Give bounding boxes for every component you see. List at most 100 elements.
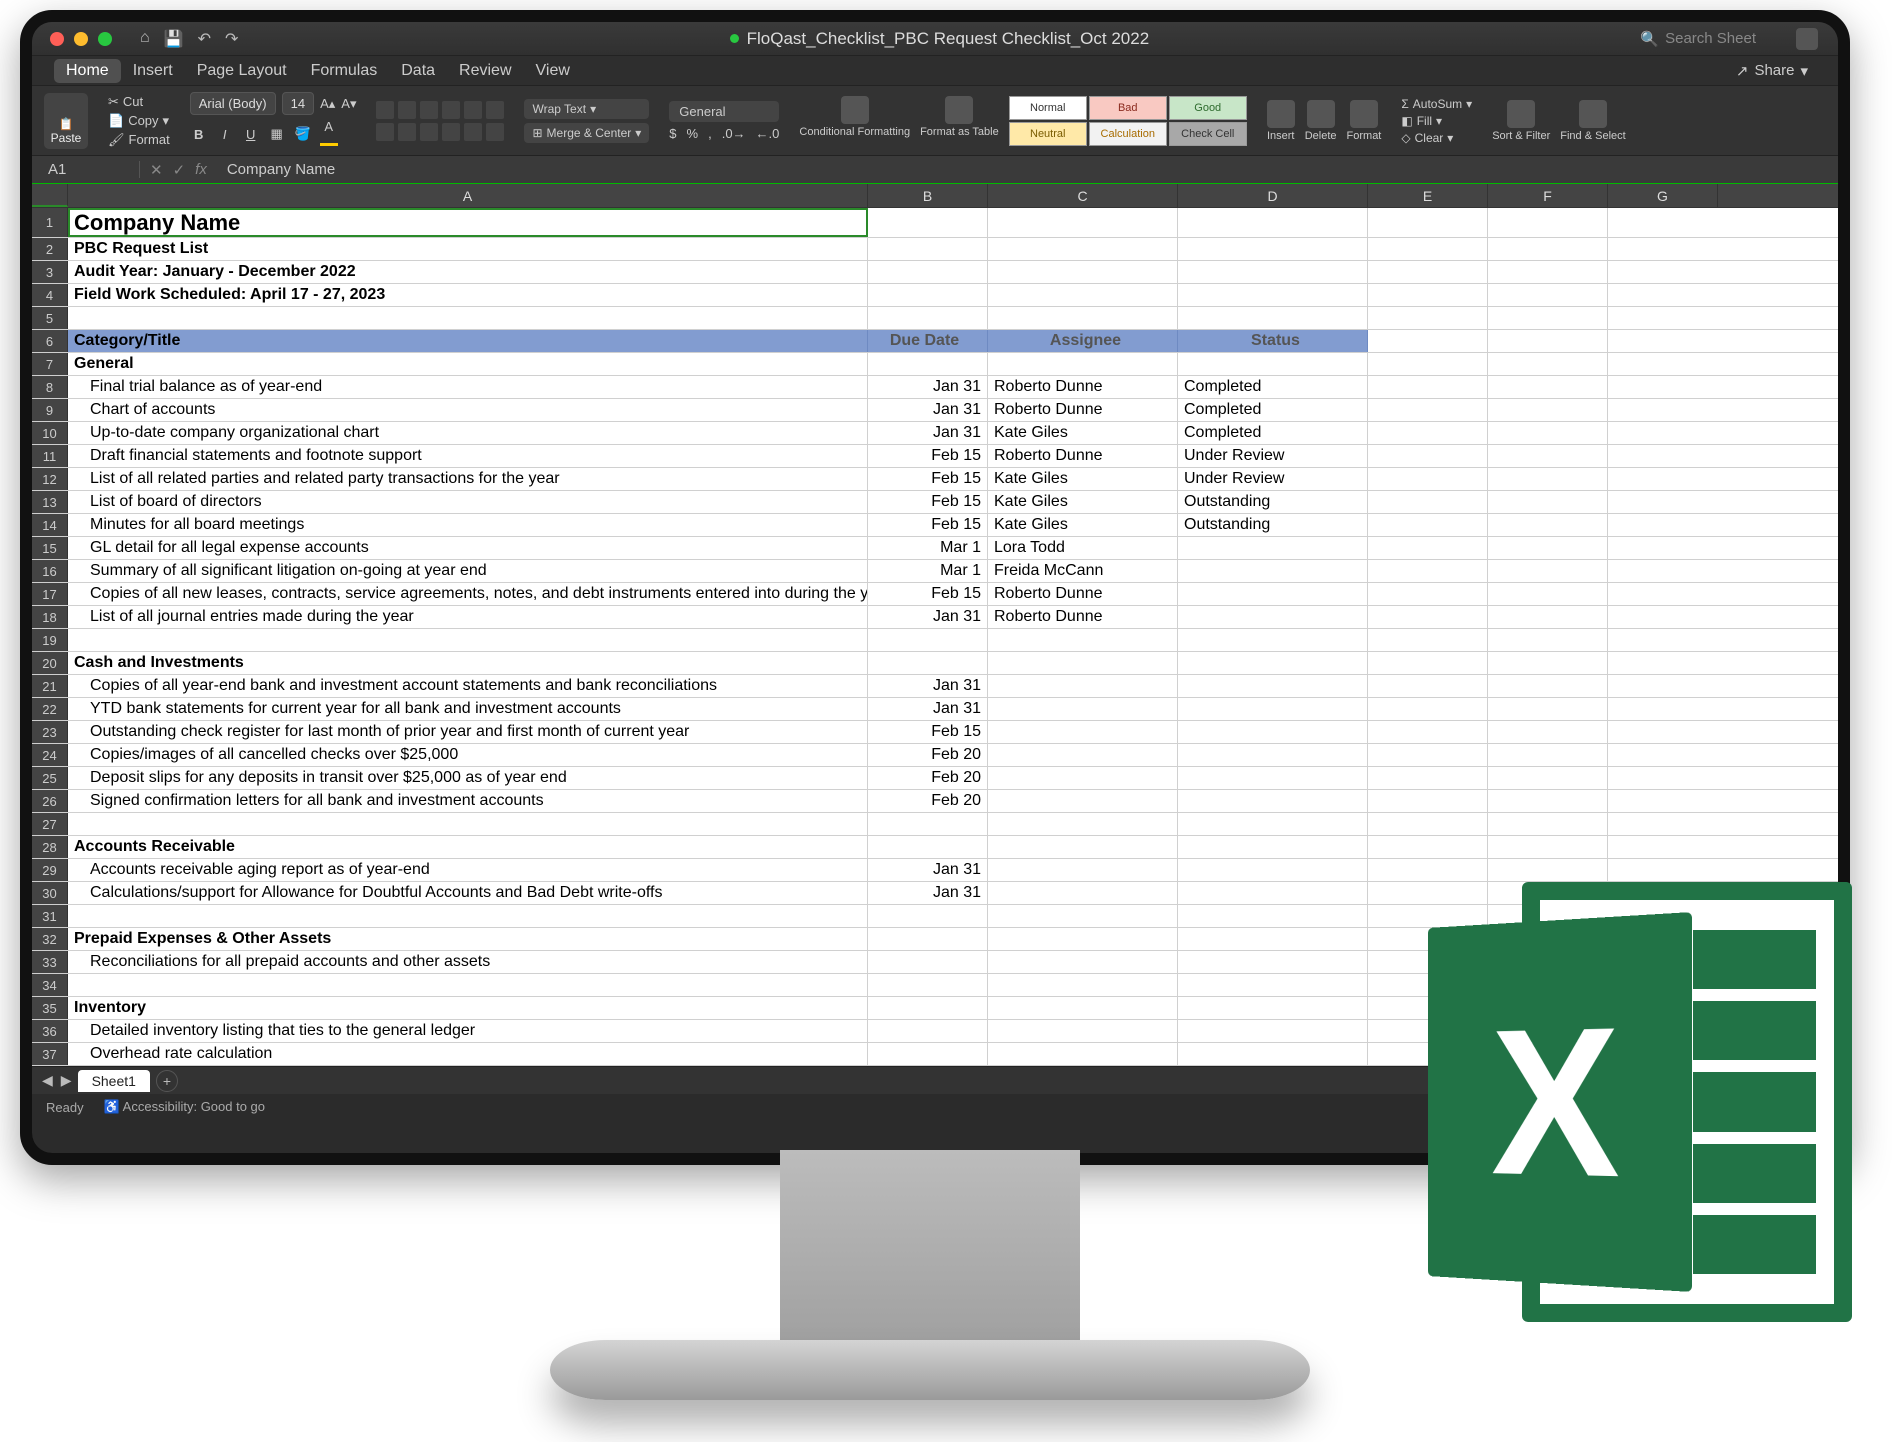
cell[interactable] [1488,238,1608,260]
cell[interactable]: Jan 31 [868,882,988,904]
cell[interactable]: Audit Year: January - December 2022 [68,261,868,283]
cell[interactable]: Status [1178,330,1368,352]
cell[interactable] [988,675,1178,697]
cell[interactable] [988,652,1178,674]
cell[interactable] [1368,353,1488,375]
cell[interactable]: Signed confirmation letters for all bank… [68,790,868,812]
cell[interactable] [1608,376,1718,398]
table-row[interactable]: 15GL detail for all legal expense accoun… [32,537,1838,560]
cell[interactable]: Feb 15 [868,583,988,605]
cell[interactable] [988,698,1178,720]
cell[interactable] [868,836,988,858]
table-row[interactable]: 12List of all related parties and relate… [32,468,1838,491]
cell[interactable] [1368,284,1488,306]
row-number[interactable]: 17 [32,583,68,605]
col-header-c[interactable]: C [988,184,1178,207]
table-row[interactable]: 5 [32,307,1838,330]
select-all-corner[interactable] [32,184,68,207]
cell[interactable] [1608,744,1718,766]
cell[interactable]: Completed [1178,399,1368,421]
style-neutral[interactable]: Neutral [1009,122,1087,146]
cell[interactable] [1608,813,1718,835]
cell[interactable]: Outstanding [1178,491,1368,513]
row-number[interactable]: 2 [32,238,68,260]
cell[interactable]: Mar 1 [868,560,988,582]
tab-nav-next-icon[interactable]: ▶ [61,1072,72,1089]
cell[interactable]: Category/Title [68,330,868,352]
cell[interactable] [1608,629,1718,651]
cell[interactable] [868,813,988,835]
cell[interactable]: Jan 31 [868,376,988,398]
cell[interactable]: Outstanding check register for last mont… [68,721,868,743]
tab-formulas[interactable]: Formulas [299,59,390,83]
user-avatar[interactable] [1796,28,1818,50]
table-row[interactable]: 14Minutes for all board meetingsFeb 15Ka… [32,514,1838,537]
cell[interactable] [868,261,988,283]
cell[interactable] [1608,422,1718,444]
cell[interactable] [988,790,1178,812]
comma-icon[interactable]: , [708,126,712,141]
percent-icon[interactable]: % [687,126,699,141]
table-row[interactable]: 28Accounts Receivable [32,836,1838,859]
cell[interactable] [1368,629,1488,651]
cell[interactable] [1608,353,1718,375]
cell[interactable] [1178,767,1368,789]
cell[interactable] [1488,353,1608,375]
cell[interactable] [988,767,1178,789]
add-sheet-button[interactable]: + [156,1070,178,1092]
cell[interactable]: Feb 15 [868,721,988,743]
row-number[interactable]: 19 [32,629,68,651]
tab-insert[interactable]: Insert [121,59,185,83]
cell[interactable]: Feb 15 [868,468,988,490]
cell[interactable] [868,951,988,973]
row-number[interactable]: 29 [32,859,68,881]
cell[interactable]: Roberto Dunne [988,376,1178,398]
cell[interactable] [1178,813,1368,835]
cell[interactable] [1178,974,1368,996]
row-number[interactable]: 35 [32,997,68,1019]
cell[interactable] [1488,422,1608,444]
accept-icon[interactable]: ✓ [173,161,186,179]
table-row[interactable]: 3Audit Year: January - December 2022 [32,261,1838,284]
cell[interactable] [1368,491,1488,513]
cell[interactable]: Under Review [1178,445,1368,467]
tab-page-layout[interactable]: Page Layout [185,59,299,83]
table-row[interactable]: 11Draft financial statements and footnot… [32,445,1838,468]
cell[interactable] [1488,744,1608,766]
style-calculation[interactable]: Calculation [1089,122,1167,146]
table-row[interactable]: 19 [32,629,1838,652]
sort-filter-button[interactable]: Sort & Filter [1492,100,1550,142]
cell[interactable] [1178,951,1368,973]
format-as-table-button[interactable]: Format as Table [920,96,999,146]
save-icon[interactable]: 💾 [164,29,184,49]
copy-button[interactable]: 📄 Copy ▾ [108,113,170,129]
cell[interactable] [1488,698,1608,720]
row-number[interactable]: 6 [32,330,68,352]
cell[interactable]: Jan 31 [868,675,988,697]
cell[interactable] [988,905,1178,927]
cell[interactable] [1608,836,1718,858]
cell[interactable]: Assignee [988,330,1178,352]
cell[interactable] [1488,583,1608,605]
maximize-window-button[interactable] [98,32,112,46]
close-window-button[interactable] [50,32,64,46]
cell[interactable] [868,652,988,674]
cell[interactable]: Final trial balance as of year-end [68,376,868,398]
cell[interactable]: Completed [1178,422,1368,444]
row-number[interactable]: 31 [32,905,68,927]
row-number[interactable]: 37 [32,1043,68,1065]
cell[interactable] [1368,445,1488,467]
style-check-cell[interactable]: Check Cell [1169,122,1247,146]
cell[interactable] [1178,238,1368,260]
cell[interactable] [1368,698,1488,720]
table-row[interactable]: 20Cash and Investments [32,652,1838,675]
cell[interactable]: Chart of accounts [68,399,868,421]
cell[interactable]: Jan 31 [868,399,988,421]
cell[interactable] [1178,928,1368,950]
underline-button[interactable]: U [242,127,260,142]
style-good[interactable]: Good [1169,96,1247,120]
cell[interactable]: GL detail for all legal expense accounts [68,537,868,559]
cell[interactable] [1368,606,1488,628]
table-row[interactable]: 6Category/TitleDue DateAssigneeStatus [32,330,1838,353]
cell[interactable] [1488,491,1608,513]
